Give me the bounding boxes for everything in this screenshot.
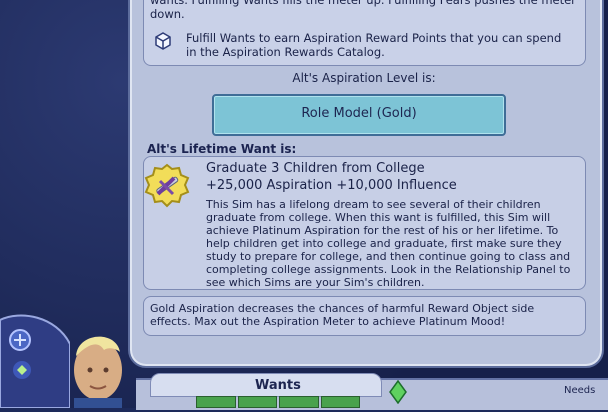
want-slot[interactable] bbox=[196, 396, 236, 408]
lifetime-want-title: Graduate 3 Children from College bbox=[206, 161, 425, 176]
catalog-icon bbox=[152, 30, 174, 52]
left-hud bbox=[0, 310, 71, 409]
want-slot[interactable] bbox=[237, 396, 277, 408]
lifetime-want-label: Alt's Lifetime Want is: bbox=[147, 142, 297, 156]
lifetime-want-description: This Sim has a lifelong dream to see sev… bbox=[206, 198, 571, 289]
fulfill-wants-text: Fulfill Wants to earn Aspiration Reward … bbox=[186, 31, 562, 59]
lifetime-want-points: +25,000 Aspiration +10,000 Influence bbox=[206, 178, 457, 193]
mood-diamond-icon bbox=[388, 379, 408, 405]
want-slot[interactable] bbox=[279, 396, 319, 408]
wants-slots bbox=[196, 396, 360, 408]
aspiration-info-text: wants. Fulfilling Wants fills the meter … bbox=[150, 0, 576, 21]
want-slot[interactable] bbox=[320, 396, 360, 408]
sim-portrait[interactable] bbox=[66, 322, 130, 408]
aspiration-level-value: Role Model (Gold) bbox=[301, 106, 417, 121]
needs-label: Needs bbox=[564, 385, 596, 396]
wants-label: Wants bbox=[255, 378, 301, 393]
graduation-badge-icon bbox=[143, 163, 191, 211]
aspiration-level-label: Alt's Aspiration Level is: bbox=[292, 71, 436, 85]
gold-aspiration-text: Gold Aspiration decreases the chances of… bbox=[150, 302, 535, 328]
